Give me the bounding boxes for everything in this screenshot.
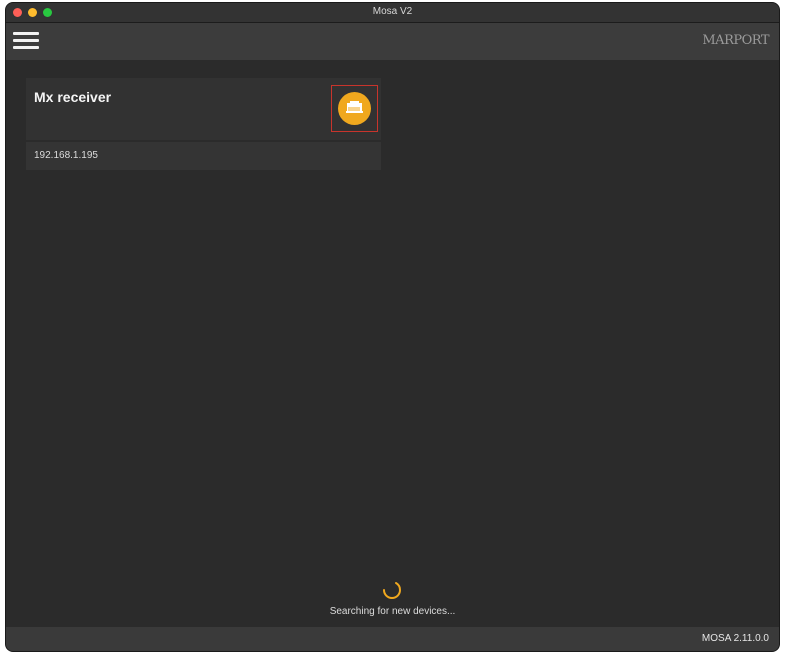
main-content: Mx receiver 192.168.1.195 Searching for … (6, 60, 779, 627)
device-name: Mx receiver (34, 89, 112, 105)
marport-logo: MARPORT (702, 33, 769, 48)
ethernet-port-icon (338, 92, 371, 125)
device-card[interactable]: Mx receiver 192.168.1.195 (26, 78, 381, 170)
device-card-footer: 192.168.1.195 (26, 142, 381, 170)
app-window: Mosa V2 MARPORT Mx receiver 192.168.1.19… (6, 3, 779, 651)
device-connection-button[interactable] (331, 85, 378, 132)
title-bar: Mosa V2 (6, 3, 779, 23)
searching-status-text: Searching for new devices... (329, 606, 456, 617)
hamburger-menu-icon[interactable] (13, 30, 39, 52)
window-title: Mosa V2 (372, 6, 413, 17)
loading-spinner-icon (383, 582, 402, 599)
device-ip-address: 192.168.1.195 (34, 150, 98, 161)
device-card-header: Mx receiver (26, 78, 381, 140)
toolbar: MARPORT (6, 23, 779, 60)
version-label: MOSA 2.11.0.0 (701, 633, 769, 644)
status-bar: MOSA 2.11.0.0 (6, 627, 779, 651)
